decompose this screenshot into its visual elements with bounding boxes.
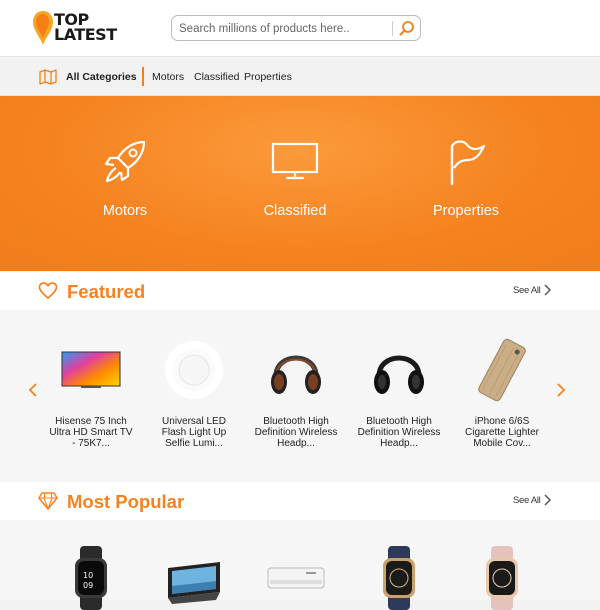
rocket-icon [104,140,146,183]
banner-item-properties[interactable]: Properties [376,96,556,271]
popular-title: Most Popular [67,491,185,512]
category-link-properties[interactable]: Properties [244,71,292,83]
popular-header: Most Popular See All [0,482,600,520]
svg-text:10: 10 [83,571,93,580]
chevron-right-icon[interactable] [543,494,551,506]
product-image-tv [61,351,121,388]
featured-header: Featured See All [0,272,600,310]
category-bar: All Categories Motors Classified Propert… [0,56,600,96]
chevron-right-icon[interactable] [543,284,551,296]
product-image-headphones [271,355,321,394]
search-input[interactable] [179,20,384,37]
featured-products: Hisense 75 Inch Ultra HD Smart TV - 75K7… [0,310,600,482]
featured-see-all-link[interactable]: See All [513,285,541,296]
popular-products: 10 09 [0,520,600,610]
monitor-icon [271,142,319,180]
all-categories-button[interactable]: All Categories [66,71,137,83]
product-name: iPhone 6/6S Cigarette Lighter Mobile Cov… [465,416,539,449]
brand-logo[interactable]: TOP LATEST [32,10,126,48]
brand-line-2: LATEST [54,25,117,44]
product-image-phone-case [478,338,526,402]
product-name: Universal LED Flash Light Up Selfie Lumi… [161,416,227,449]
flag-icon [450,140,486,186]
product-image-watch [383,546,415,610]
banner-item-motors[interactable]: Motors [35,96,215,271]
location-pin-icon [33,11,53,45]
product-name: Bluetooth High Definition Wireless Headp… [357,416,441,449]
banner-label-classified: Classified [263,203,327,219]
category-banner: Motors Classified Properties [0,96,600,271]
search-icon[interactable] [397,19,417,38]
category-separator [142,67,144,86]
heart-icon [38,282,58,299]
banner-item-classified[interactable]: Classified [205,96,385,271]
product-name: Bluetooth High Definition Wireless Headp… [254,416,338,449]
product-name: Hisense 75 Inch Ultra HD Smart TV - 75K7… [49,416,133,449]
featured-title: Featured [67,281,146,302]
carousel-next-icon[interactable] [556,382,566,398]
category-link-motors[interactable]: Motors [152,71,184,83]
diamond-icon [38,492,58,510]
product-image-watch [486,546,518,610]
search-divider [392,21,393,36]
map-icon [39,69,57,85]
product-image-tablet [168,562,220,604]
category-link-classified[interactable]: Classified [194,71,240,83]
product-image-headphones [374,355,424,394]
product-image-air-conditioner [267,567,325,589]
product-image-watch: 10 09 [75,546,107,610]
search-box [171,15,421,41]
brand-text: TOP LATEST [54,12,117,44]
banner-label-motors: Motors [102,203,148,219]
svg-text:09: 09 [83,581,93,590]
product-image-ring-light [165,341,223,399]
banner-label-properties: Properties [432,203,500,219]
site-header: TOP LATEST [0,0,600,56]
popular-see-all-link[interactable]: See All [513,495,541,506]
carousel-prev-icon[interactable] [28,382,38,398]
